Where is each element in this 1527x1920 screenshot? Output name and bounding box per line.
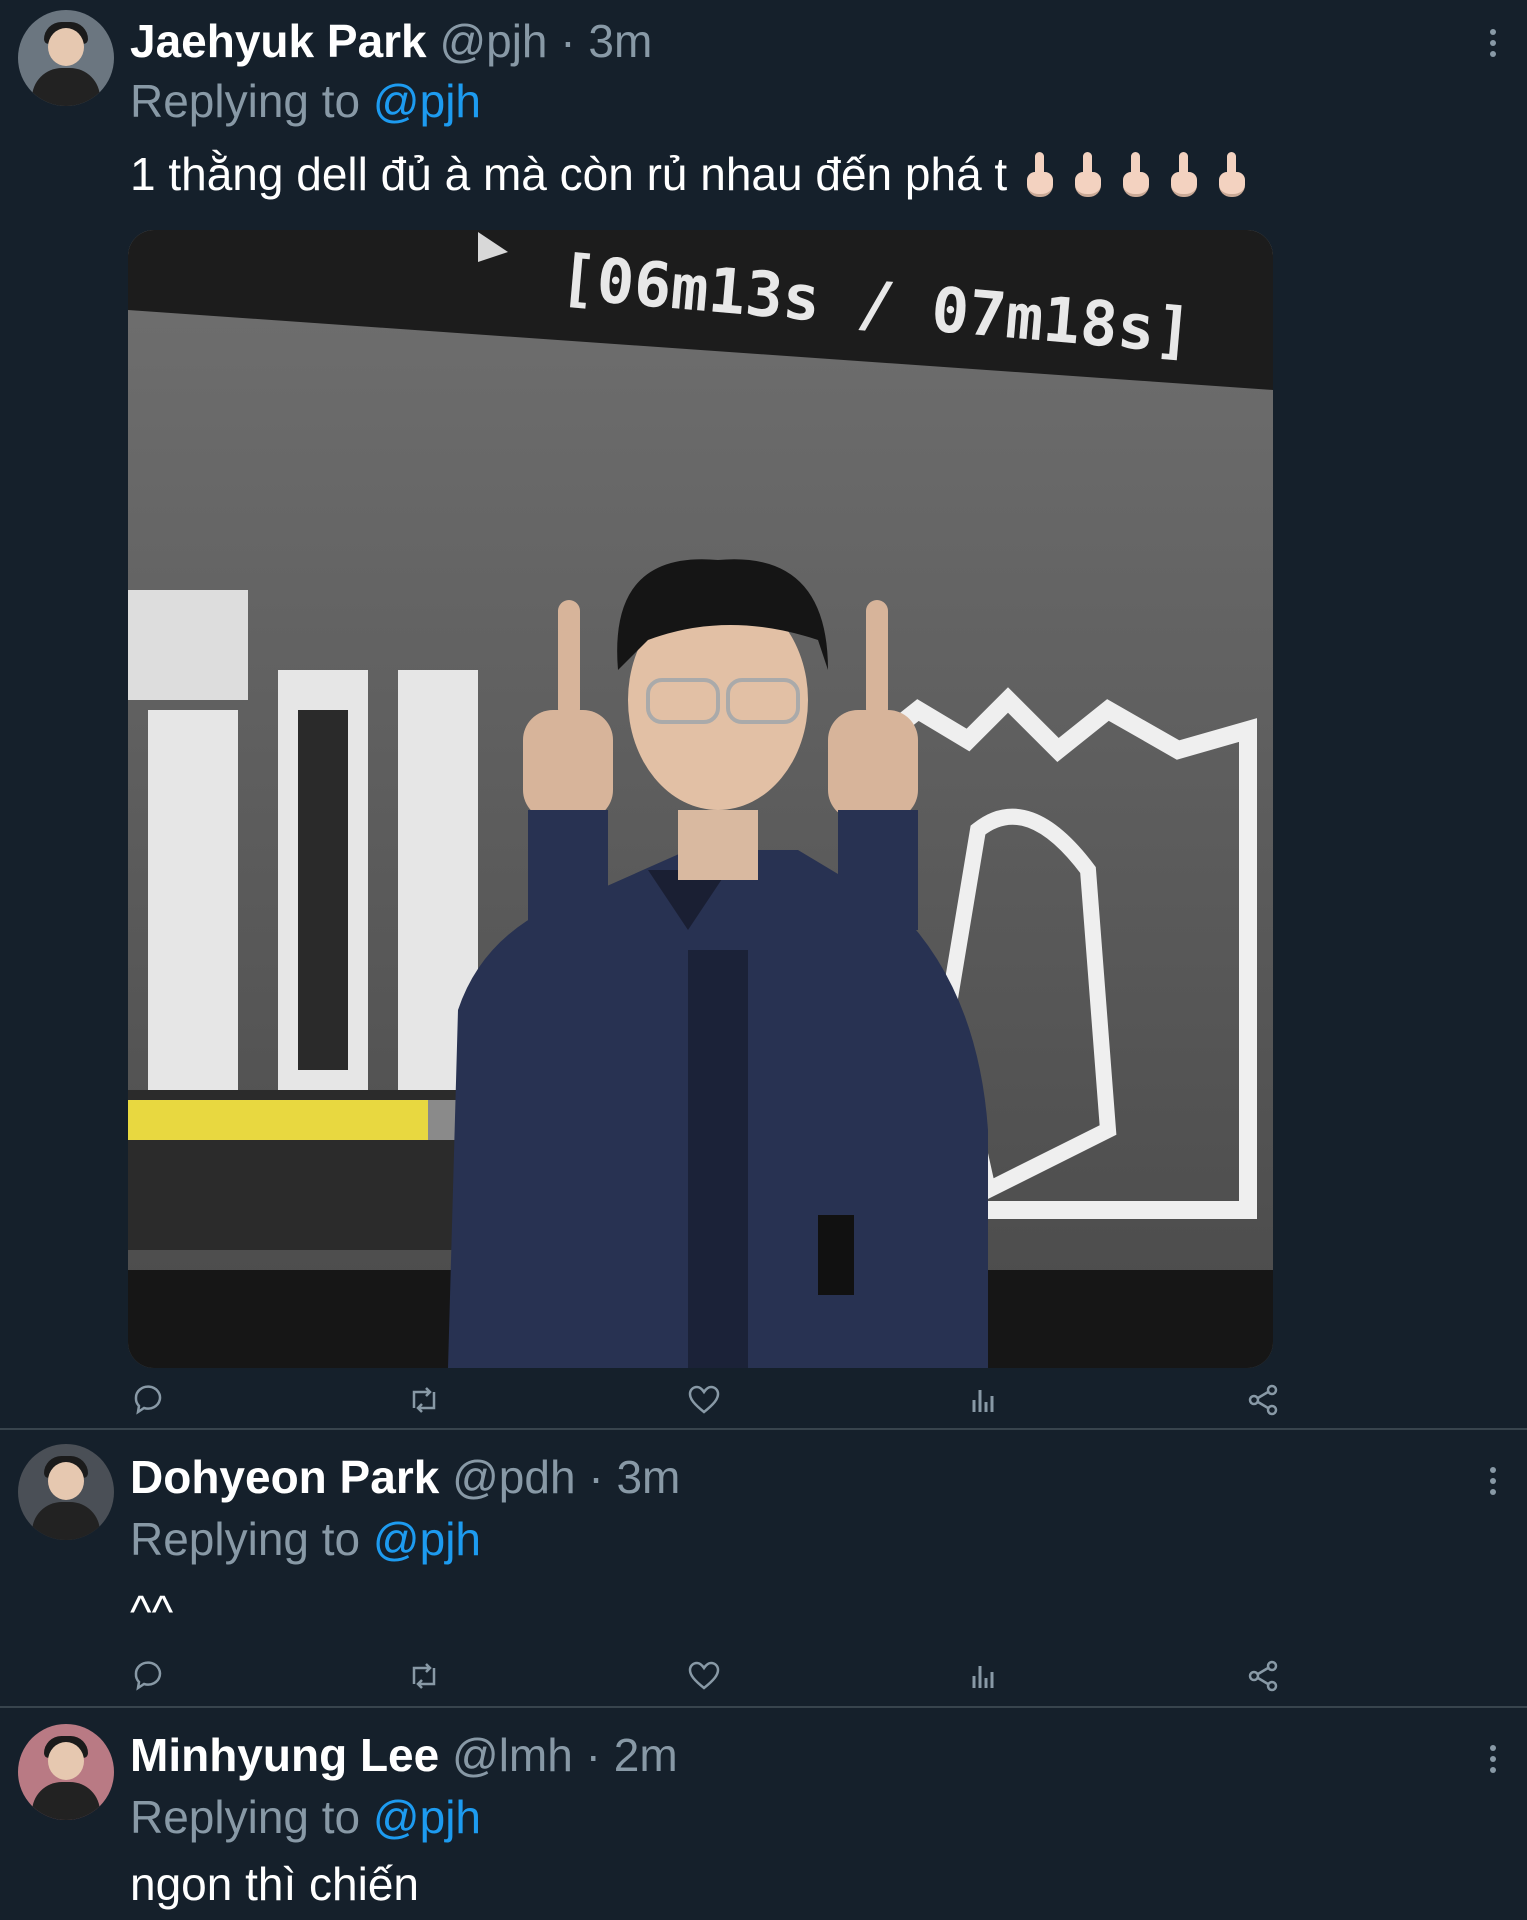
handle[interactable]: @pdh [452,1451,575,1503]
tweet-text: ^^ [130,1584,173,1640]
more-icon[interactable] [1478,1464,1508,1504]
display-name[interactable]: Minhyung Lee [130,1729,439,1781]
display-name[interactable]: Dohyeon Park [130,1451,439,1503]
share-icon[interactable] [1246,1658,1286,1698]
mention-link[interactable]: @pjh [373,75,481,127]
timestamp[interactable]: 3m [588,15,652,67]
separator: · [547,15,589,67]
middle-finger-emoji-icon [1071,152,1103,197]
reply-icon[interactable] [130,1382,170,1422]
tweet-minhyung-lee[interactable]: Minhyung Lee @lmh · 2m Replying to @pjh … [0,1708,1527,1920]
replying-to-label: Replying to [130,1791,373,1843]
analytics-icon[interactable] [966,1658,1006,1698]
tweet-dohyeon-park[interactable]: Dohyeon Park @pdh · 3m Replying to @pjh … [0,1430,1527,1706]
middle-finger-emoji-icon [1215,152,1247,197]
tweet-text-content: ngon thì chiến [130,1858,420,1910]
reply-icon[interactable] [130,1658,170,1698]
like-icon[interactable] [686,1382,726,1422]
tweet-header: Minhyung Lee @lmh · 2m [130,1728,678,1782]
timestamp[interactable]: 2m [614,1729,678,1781]
analytics-icon[interactable] [966,1382,1006,1422]
tweet-text-content: ^^ [130,1586,174,1638]
retweet-icon[interactable] [406,1658,446,1698]
replying-to-label: Replying to [130,1513,373,1565]
avatar[interactable] [18,1724,114,1820]
middle-finger-emoji-icon [1119,152,1151,197]
tweet-media-image[interactable]: [06m13s / 07m18s] [128,230,1273,1368]
media-photo: [06m13s / 07m18s] [128,230,1273,1368]
tweet-text: 1 thằng dell đủ à mà còn rủ nhau đến phá… [130,146,1247,202]
like-icon[interactable] [686,1658,726,1698]
retweet-icon[interactable] [406,1382,446,1422]
tweet-actions [130,1382,1280,1422]
replying-to-label: Replying to [130,75,373,127]
separator: · [572,1729,614,1781]
replying-to-line: Replying to @pjh [130,74,481,128]
tweet-jaehyuk-park[interactable]: Jaehyuk Park @pjh · 3m Replying to @pjh … [0,0,1527,1428]
replying-to-line: Replying to @pjh [130,1790,481,1844]
mention-link[interactable]: @pjh [373,1513,481,1565]
tweet-header: Jaehyuk Park @pjh · 3m [130,14,652,68]
share-icon[interactable] [1246,1382,1286,1422]
more-icon[interactable] [1478,26,1508,66]
handle[interactable]: @pjh [439,15,547,67]
tweet-header: Dohyeon Park @pdh · 3m [130,1450,680,1504]
middle-finger-emoji-icon [1023,152,1055,197]
separator: · [575,1451,617,1503]
avatar[interactable] [18,1444,114,1540]
display-name[interactable]: Jaehyuk Park [130,15,427,67]
timestamp[interactable]: 3m [616,1451,680,1503]
middle-finger-emoji-icon [1167,152,1199,197]
more-icon[interactable] [1478,1742,1508,1782]
tweet-text-content: 1 thằng dell đủ à mà còn rủ nhau đến phá… [130,148,1008,200]
avatar[interactable] [18,10,114,106]
tweet-text: ngon thì chiến [130,1856,419,1912]
replying-to-line: Replying to @pjh [130,1512,481,1566]
tweet-actions [130,1658,1280,1698]
mention-link[interactable]: @pjh [373,1791,481,1843]
handle[interactable]: @lmh [452,1729,573,1781]
